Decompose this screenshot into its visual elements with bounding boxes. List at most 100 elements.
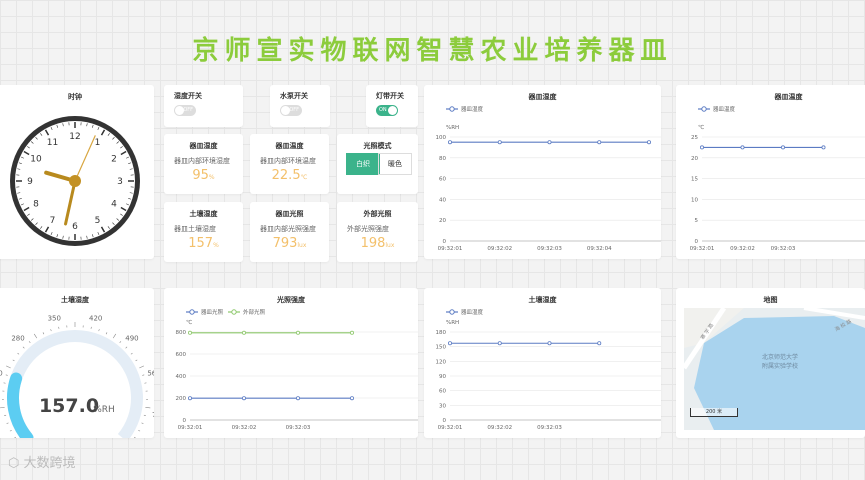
data-point xyxy=(781,145,786,150)
gauge-fill xyxy=(7,372,34,438)
card-title: 器皿湿度 xyxy=(189,142,218,150)
y-tick-label: 90 xyxy=(439,374,446,380)
legend-label: 器皿湿度 xyxy=(461,308,484,316)
page-title: 京师宣实物联网智慧农业培养器皿 xyxy=(192,36,673,66)
y-tick-label: 180 xyxy=(436,330,447,336)
gauge-tick xyxy=(12,359,15,362)
card-desc: 器皿土壤湿度 xyxy=(174,225,216,233)
value-number: 198 xyxy=(360,236,386,251)
gauge-tick xyxy=(142,374,145,376)
vessel-light-card: 器皿光照 器皿内部光照强度 793lux xyxy=(250,202,329,262)
legend-label: 器皿光照 xyxy=(201,308,224,316)
clock-number: 8 xyxy=(33,200,39,210)
data-point xyxy=(821,145,826,150)
gauge-tick-label: 350 xyxy=(48,315,61,323)
gauge-tick xyxy=(138,429,141,432)
x-tick-label: 09:32:02 xyxy=(232,425,257,431)
pump-switch-card: 水泵开关 OFF xyxy=(270,85,330,127)
clock-center xyxy=(69,175,81,187)
gauge-tick-label: 70 xyxy=(152,411,154,419)
x-tick-label: 09:32:02 xyxy=(730,246,755,252)
gauge-tick xyxy=(130,352,133,355)
y-tick-label: 0 xyxy=(443,239,447,245)
soil-humidity-chart: 器皿湿度%RH 0 30 60 90 120 150 180 09:32:01 09:32:02 0… xyxy=(436,308,661,431)
y-tick-label: 200 xyxy=(176,396,187,402)
toggle-text: OFF xyxy=(289,107,299,113)
map-scale: 200 米 xyxy=(690,408,738,417)
humidity-switch[interactable]: OFF xyxy=(174,105,196,116)
gauge-tick xyxy=(135,359,138,362)
gauge-tick xyxy=(50,329,52,332)
gauge-tick xyxy=(6,422,9,424)
external-light-card: 外部光照 外部光照强度 198lux xyxy=(337,202,418,262)
toggle-knob xyxy=(388,106,397,115)
legend-marker xyxy=(449,309,455,315)
clock-number: 5 xyxy=(95,216,101,226)
gauge-tick xyxy=(125,346,128,349)
data-point xyxy=(547,140,552,145)
x-tick-label: 09:32:03 xyxy=(286,425,311,431)
vessel-temperature-chart: 器皿温度 ℃ 0 5 10 15 20 25 09:32:01 09:32:02 09:32:03 xyxy=(690,105,865,252)
data-point xyxy=(349,330,354,335)
map-label-school-2: 附属实验学校 xyxy=(762,363,799,370)
value-number: 95 xyxy=(192,168,209,183)
legend-label: 器皿湿度 xyxy=(461,105,484,113)
y-tick-label: 80 xyxy=(439,156,446,162)
data-point xyxy=(242,396,247,401)
clock-card: 时钟 12 1 2 3 4 5 6 7 8 9 10 11 xyxy=(0,85,154,259)
x-tick-label: 09:32:01 xyxy=(178,425,203,431)
y-tick-label: 15 xyxy=(691,177,698,183)
clock-number: 3 xyxy=(117,177,123,187)
lightstrip-switch[interactable]: ON xyxy=(376,105,398,116)
y-tick-label: 0 xyxy=(443,418,447,424)
map-label-school: 北京师范大学 xyxy=(762,354,799,361)
logo-icon: ⬡ xyxy=(8,456,20,471)
x-tick-label: 09:32:04 xyxy=(587,246,612,252)
x-tick-label: 09:32:03 xyxy=(537,425,562,431)
x-tick-label: 09:32:01 xyxy=(438,246,463,252)
y-unit: %RH xyxy=(446,320,459,326)
card-title: 器皿温度 xyxy=(275,142,304,150)
card-title: 器皿光照 xyxy=(275,210,304,218)
light-mode-white-button[interactable]: 白织 xyxy=(346,153,380,175)
data-point xyxy=(295,330,300,335)
humidity-switch-label: 湿度开关 xyxy=(174,92,202,100)
data-point xyxy=(187,330,192,335)
gauge-unit: %RH xyxy=(93,405,115,415)
soil-humidity-card: 土壤湿度 器皿土壤湿度 157% xyxy=(164,202,243,262)
y-unit: ℃ xyxy=(698,124,704,131)
pump-switch[interactable]: OFF xyxy=(280,105,302,116)
y-tick-label: 60 xyxy=(439,177,446,183)
data-point xyxy=(187,396,192,401)
legend-label: 外部光照 xyxy=(243,308,266,316)
gauge-tick xyxy=(119,341,122,344)
light-mode-warm-button[interactable]: 暖色 xyxy=(378,153,412,175)
map-scale-label: 200 米 xyxy=(705,409,723,415)
gauge-track xyxy=(7,330,143,438)
clock-number: 9 xyxy=(27,177,33,187)
y-tick-label: 5 xyxy=(695,218,699,224)
external-light-value: 198lux xyxy=(337,236,418,251)
vessel-temperature-value: 22.5℃ xyxy=(250,168,329,183)
gauge-tick xyxy=(105,332,108,335)
lightstrip-switch-card: 灯带开关 ON xyxy=(366,85,418,127)
gauge-tick-label: 210 xyxy=(0,370,3,378)
gauge-tick xyxy=(17,352,20,355)
legend-label: 器皿温度 xyxy=(713,105,736,113)
humidity-switch-card: 湿度开关 OFF xyxy=(164,85,243,127)
gauge-tick xyxy=(5,365,11,369)
map-card: 地图 北京师范大学 附属实验学校 寨 学 路 海 校 路 200 米 xyxy=(676,288,865,438)
vessel-temperature-card: 器皿温度 器皿内部环境温度 22.5℃ xyxy=(250,134,329,194)
map-view[interactable]: 北京师范大学 附属实验学校 寨 学 路 海 校 路 200 米 xyxy=(684,308,865,430)
map-title: 地图 xyxy=(763,296,778,304)
gauge-tick xyxy=(141,422,144,424)
y-tick-label: 10 xyxy=(691,197,698,203)
data-point xyxy=(447,341,452,346)
light-mode-title: 光照模式 xyxy=(363,142,392,150)
data-point xyxy=(547,341,552,346)
clock-number: 7 xyxy=(50,216,56,226)
data-point xyxy=(497,140,502,145)
toggle-knob xyxy=(281,106,290,115)
y-tick-label: 600 xyxy=(176,352,187,358)
vessel-temperature-chart-card: 器皿温度 器皿温度 ℃ 0 5 10 15 20 25 09:32:01 09:32:02 09:3… xyxy=(676,85,865,259)
